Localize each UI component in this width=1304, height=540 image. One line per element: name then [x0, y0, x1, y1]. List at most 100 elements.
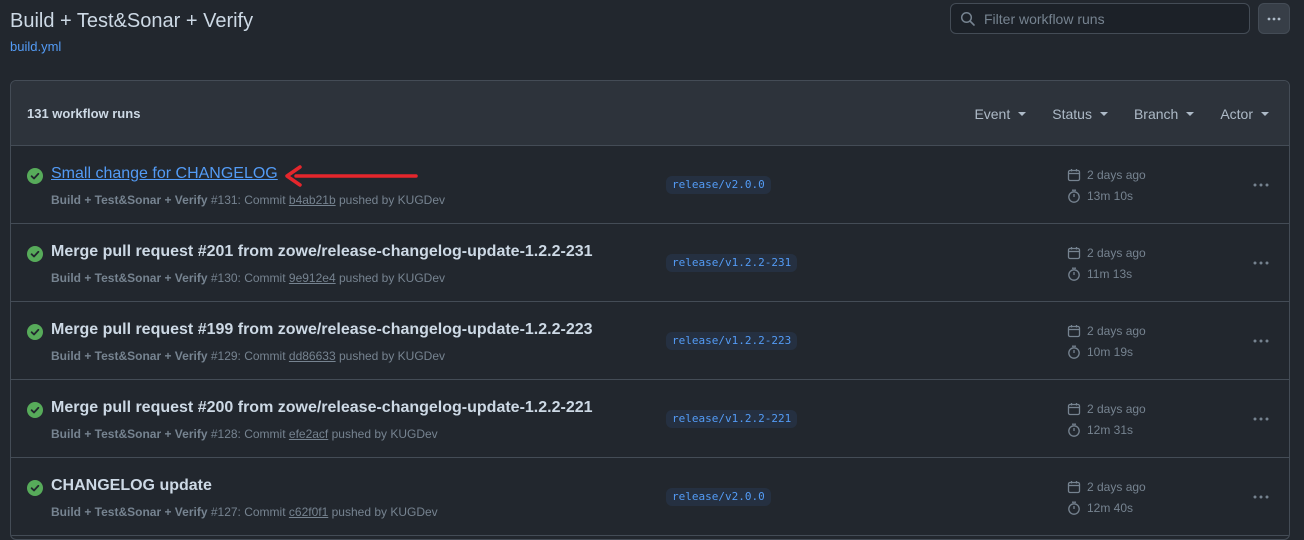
- branch-label[interactable]: release/v1.2.2-231: [666, 254, 798, 272]
- run-duration: 10m 19s: [1067, 345, 1133, 359]
- page-header: Build + Test&Sonar + Verify build.yml: [10, 3, 1294, 68]
- runs-filters: Event Status Branch Actor: [948, 81, 1269, 146]
- check-circle-icon: [27, 480, 43, 496]
- calendar-icon: [1067, 481, 1081, 494]
- status-filter-menu[interactable]: Status: [1052, 106, 1108, 122]
- run-title-link[interactable]: CHANGELOG update: [51, 477, 212, 495]
- stopwatch-icon: [1068, 189, 1080, 203]
- runs-list-header: 131 workflow runs Event Status Branch Ac…: [11, 81, 1289, 146]
- run-workflow-name: Build + Test&Sonar + Verify: [51, 427, 208, 441]
- kebab-horizontal-icon[interactable]: [1251, 414, 1271, 424]
- branch-label[interactable]: release/v1.2.2-223: [666, 332, 798, 350]
- commit-label: Commit: [244, 193, 286, 207]
- caret-down-icon: [1186, 111, 1195, 116]
- commit-label: Commit: [244, 505, 286, 519]
- commit-sha-link[interactable]: dd86633: [289, 349, 336, 363]
- run-meta: Build + Test&Sonar + Verify #127: Commit…: [51, 505, 438, 519]
- run-meta: Build + Test&Sonar + Verify #131: Commit…: [51, 193, 446, 207]
- branch-filter-menu[interactable]: Branch: [1134, 106, 1195, 122]
- run-duration-text: 13m 10s: [1087, 189, 1134, 203]
- run-duration: 12m 40s: [1067, 501, 1133, 515]
- check-circle-icon: [27, 168, 43, 184]
- calendar-icon: [1067, 169, 1081, 182]
- filter-workflow-runs-input[interactable]: [984, 10, 1234, 27]
- kebab-horizontal-icon[interactable]: [1251, 336, 1271, 346]
- run-duration: 11m 13s: [1067, 267, 1132, 281]
- run-number: #130: [210, 271, 238, 285]
- branch-label[interactable]: release/v2.0.0: [666, 488, 771, 506]
- run-duration-text: 11m 13s: [1087, 267, 1133, 281]
- run-duration: 12m 31s: [1067, 423, 1133, 437]
- run-date: 2 days ago: [1067, 402, 1146, 416]
- run-number: #129: [210, 349, 238, 363]
- commit-label: Commit: [244, 271, 286, 285]
- commit-sha-link[interactable]: c62f0f1: [289, 505, 328, 519]
- workflow-run-row[interactable]: Small change for CHANGELOG Build + Test&…: [11, 146, 1289, 224]
- stopwatch-icon: [1068, 345, 1080, 359]
- run-number: #128: [210, 427, 238, 441]
- run-title-link[interactable]: Merge pull request #200 from zowe/releas…: [51, 399, 593, 417]
- run-number: #131: [210, 193, 238, 207]
- run-date-text: 2 days ago: [1087, 168, 1146, 182]
- run-date-text: 2 days ago: [1087, 246, 1146, 260]
- run-workflow-name: Build + Test&Sonar + Verify: [51, 193, 208, 207]
- run-date: 2 days ago: [1067, 324, 1146, 338]
- commit-sha-link[interactable]: efe2acf: [289, 427, 328, 441]
- check-circle-icon: [27, 402, 43, 418]
- branch-label[interactable]: release/v2.0.0: [666, 176, 771, 194]
- workflow-run-row[interactable]: CHANGELOG update Build + Test&Sonar + Ve…: [11, 458, 1289, 536]
- caret-down-icon: [1018, 111, 1027, 116]
- commit-label: Commit: [244, 349, 286, 363]
- run-duration-text: 12m 40s: [1087, 501, 1134, 515]
- more-options-button[interactable]: [1258, 3, 1290, 34]
- filter-workflow-runs-field[interactable]: [950, 3, 1250, 34]
- run-meta: Build + Test&Sonar + Verify #129: Commit…: [51, 349, 446, 363]
- kebab-horizontal-icon[interactable]: [1251, 258, 1271, 268]
- calendar-icon: [1067, 247, 1081, 260]
- status-filter-label: Status: [1052, 105, 1092, 122]
- check-circle-icon: [27, 246, 43, 262]
- run-number: #127: [210, 505, 238, 519]
- run-date: 2 days ago: [1067, 168, 1146, 182]
- commit-sha-link[interactable]: 9e912e4: [289, 271, 336, 285]
- run-title-link[interactable]: Merge pull request #199 from zowe/releas…: [51, 321, 593, 339]
- run-duration-text: 12m 31s: [1087, 423, 1134, 437]
- run-workflow-name: Build + Test&Sonar + Verify: [51, 505, 208, 519]
- run-meta: Build + Test&Sonar + Verify #130: Commit…: [51, 271, 446, 285]
- calendar-icon: [1067, 325, 1081, 338]
- workflow-file-link[interactable]: build.yml: [10, 39, 61, 54]
- run-workflow-name: Build + Test&Sonar + Verify: [51, 271, 208, 285]
- run-date-text: 2 days ago: [1087, 324, 1146, 338]
- workflow-runs-list: 131 workflow runs Event Status Branch Ac…: [10, 80, 1290, 540]
- kebab-horizontal-icon[interactable]: [1251, 180, 1271, 190]
- pushed-by: pushed by KUGDev: [331, 505, 438, 519]
- workflow-run-row[interactable]: Merge pull request #201 from zowe/releas…: [11, 224, 1289, 302]
- caret-down-icon: [1261, 111, 1269, 116]
- run-date-text: 2 days ago: [1087, 480, 1146, 494]
- run-title-link[interactable]: Merge pull request #201 from zowe/releas…: [51, 243, 593, 261]
- run-duration: 13m 10s: [1067, 189, 1133, 203]
- actor-filter-menu[interactable]: Actor: [1220, 106, 1269, 122]
- search-icon: [960, 11, 975, 26]
- caret-down-icon: [1099, 111, 1108, 116]
- run-date: 2 days ago: [1067, 480, 1146, 494]
- event-filter-menu[interactable]: Event: [974, 105, 1027, 122]
- actor-filter-label: Actor: [1220, 105, 1253, 122]
- run-workflow-name: Build + Test&Sonar + Verify: [51, 349, 208, 363]
- workflow-run-row[interactable]: Merge pull request #199 from zowe/releas…: [11, 302, 1289, 380]
- event-filter-label: Event: [974, 105, 1011, 122]
- page-title: Build + Test&Sonar + Verify: [10, 10, 254, 32]
- stopwatch-icon: [1068, 501, 1080, 515]
- stopwatch-icon: [1068, 423, 1080, 437]
- run-duration-text: 10m 19s: [1087, 345, 1134, 359]
- check-circle-icon: [27, 324, 43, 340]
- pushed-by: pushed by KUGDev: [331, 427, 438, 441]
- run-title-link[interactable]: Small change for CHANGELOG: [51, 165, 278, 183]
- commit-sha-link[interactable]: b4ab21b: [289, 193, 336, 207]
- branch-label[interactable]: release/v1.2.2-221: [666, 410, 798, 428]
- kebab-horizontal-icon: [1267, 17, 1281, 20]
- workflow-run-row[interactable]: Merge pull request #200 from zowe/releas…: [11, 380, 1289, 458]
- pushed-by: pushed by KUGDev: [338, 271, 446, 285]
- kebab-horizontal-icon[interactable]: [1251, 492, 1271, 502]
- run-meta: Build + Test&Sonar + Verify #128: Commit…: [51, 427, 438, 441]
